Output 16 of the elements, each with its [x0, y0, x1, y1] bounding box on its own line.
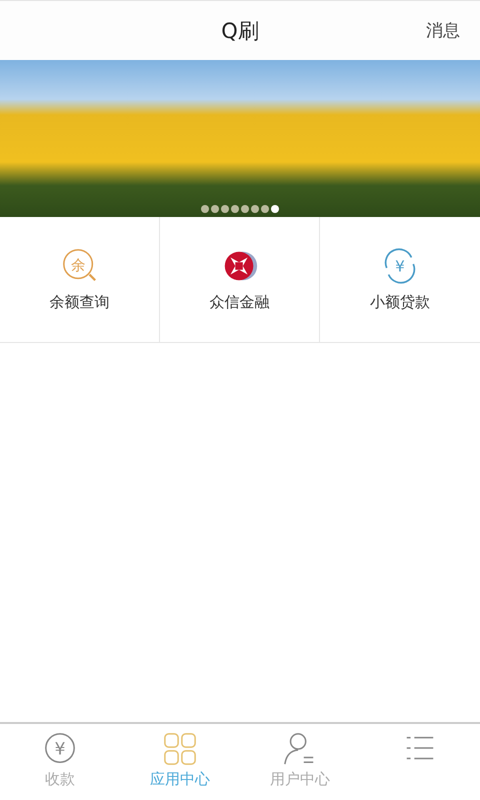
app-tile[interactable]: 众信金融 — [160, 217, 320, 342]
grid-icon — [163, 732, 197, 766]
carousel-dot[interactable] — [261, 205, 269, 213]
carousel-dot[interactable] — [241, 205, 249, 213]
carousel-dot[interactable] — [231, 205, 239, 213]
app-tile[interactable]: ¥ 小额贷款 — [320, 217, 480, 342]
app-tile[interactable]: 余 余额查询 — [0, 217, 160, 342]
carousel-dot[interactable] — [221, 205, 229, 213]
carousel-dot[interactable] — [251, 205, 259, 213]
page-title: Q刷 — [221, 18, 259, 44]
messages-button[interactable]: 消息 — [426, 19, 460, 42]
carousel-dot[interactable] — [201, 205, 209, 213]
carousel-dot[interactable] — [271, 205, 279, 213]
yen-icon: ¥ — [43, 732, 77, 766]
carousel-dot[interactable] — [211, 205, 219, 213]
tab[interactable]: ¥ 收款 — [0, 724, 120, 800]
